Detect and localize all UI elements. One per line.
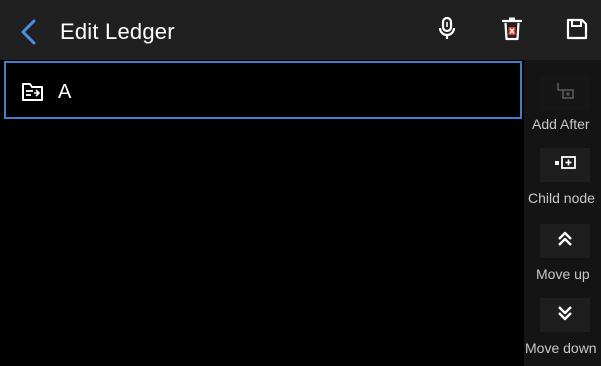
edit-ledger-screen: Edit Ledger A Add After Child node Move … <box>0 0 601 366</box>
chevron-double-up-icon <box>556 230 574 253</box>
microphone-icon <box>435 16 459 47</box>
ledger-folder-icon <box>21 81 45 103</box>
move-down-label: Move down <box>525 340 597 356</box>
add-after-label: Add After <box>532 116 590 132</box>
move-up-label: Move up <box>536 266 590 282</box>
top-app-bar: Edit Ledger <box>0 0 601 60</box>
microphone-button[interactable] <box>430 14 464 48</box>
delete-button[interactable] <box>495 14 529 48</box>
child-node-icon-box <box>540 148 590 182</box>
move-up-icon-box <box>540 224 590 258</box>
add-after-icon <box>554 81 576 106</box>
child-node-button[interactable]: Child node <box>524 148 601 208</box>
add-after-icon-box <box>540 76 590 110</box>
page-title: Edit Ledger <box>60 19 175 44</box>
node-actions-panel: Add After Child node Move up Move down <box>524 60 601 366</box>
move-down-button[interactable]: Move down <box>524 298 601 358</box>
save-icon <box>565 17 589 46</box>
save-button[interactable] <box>560 14 594 48</box>
chevron-double-down-icon <box>556 304 574 327</box>
child-node-icon <box>553 155 577 176</box>
move-down-icon-box <box>540 298 590 332</box>
add-after-button[interactable]: Add After <box>524 76 601 136</box>
ledger-name-input[interactable] <box>58 79 498 105</box>
move-up-button[interactable]: Move up <box>524 224 601 284</box>
ledger-name-row[interactable] <box>4 61 522 119</box>
delete-icon <box>500 16 524 47</box>
back-chevron-icon[interactable] <box>16 18 44 46</box>
child-node-label: Child node <box>528 190 595 206</box>
